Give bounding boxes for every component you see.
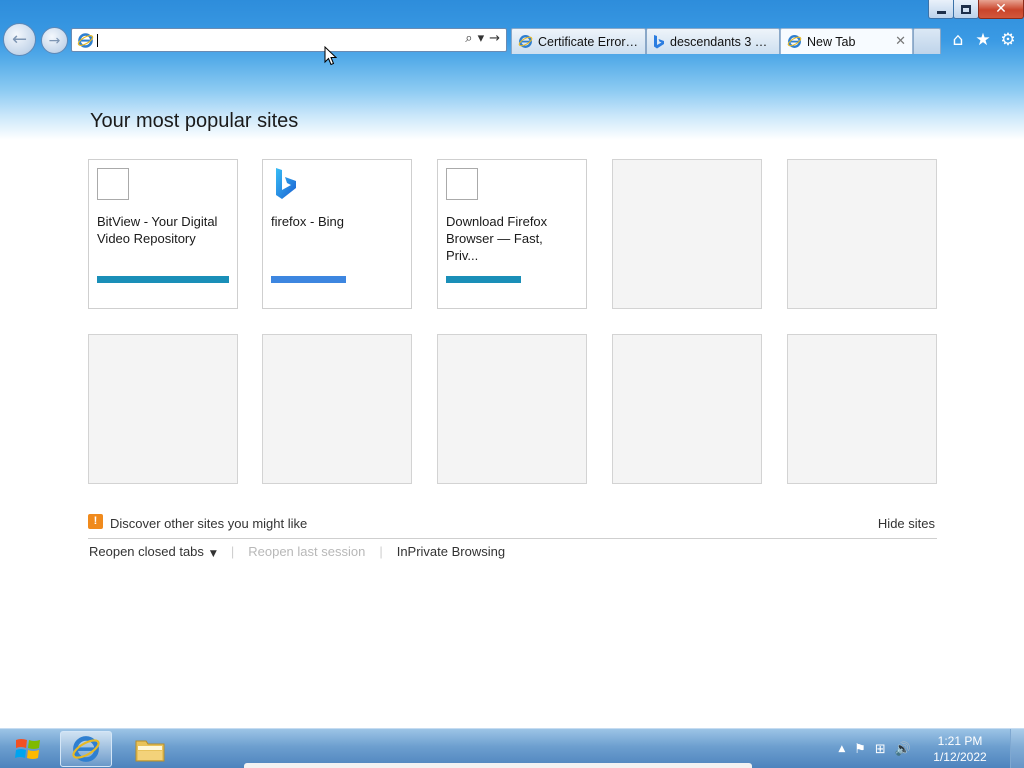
site-tile-bing[interactable]: firefox - Bing — [262, 159, 412, 309]
show-hidden-icons-icon[interactable]: ▲ — [838, 744, 845, 754]
inprivate-browsing-link[interactable]: InPrivate Browsing — [397, 544, 505, 559]
tab-label: Certificate Error: N... — [538, 34, 639, 49]
tools-button[interactable]: ⚙ — [997, 29, 1019, 51]
hide-sites-link[interactable]: Hide sites — [878, 516, 935, 531]
volume-icon[interactable]: 🔊 — [895, 742, 911, 757]
page-title: Your most popular sites — [90, 110, 299, 132]
empty-site-tile[interactable] — [787, 159, 937, 309]
empty-site-tile[interactable] — [612, 159, 762, 309]
go-arrow-icon[interactable]: → — [489, 31, 500, 46]
site-tile-firefox[interactable]: Download Firefox Browser — Fast, Priv... — [437, 159, 587, 309]
separator: | — [230, 544, 235, 559]
bing-icon — [276, 168, 296, 199]
mouse-cursor-icon — [324, 46, 337, 66]
empty-site-tile[interactable] — [787, 334, 937, 484]
reopen-last-session-link: Reopen last session — [248, 544, 366, 559]
close-window-button[interactable]: ✕ — [978, 0, 1024, 19]
tile-title: firefox - Bing — [271, 214, 344, 229]
tab-close-icon[interactable]: ✕ — [895, 34, 906, 49]
back-arrow-icon: ← — [11, 29, 28, 50]
restore-icon — [961, 4, 971, 14]
address-tools: ⌕ ▾ → — [465, 31, 500, 46]
empty-site-tile[interactable] — [262, 334, 412, 484]
lightbulb-icon: ! — [88, 514, 103, 529]
blank-favicon-icon — [446, 168, 478, 200]
tab-certificate-error[interactable]: Certificate Error: N... — [511, 28, 646, 54]
dropdown-arrow-icon: ▼ — [209, 549, 217, 559]
favorites-button[interactable]: ★ — [972, 29, 994, 51]
search-icon[interactable]: ⌕ — [465, 31, 472, 46]
reopen-links-row: Reopen closed tabs ▼ | Reopen last sessio… — [89, 544, 505, 559]
clock-time: 1:21 PM — [937, 734, 983, 748]
tab-label: New Tab — [807, 34, 856, 49]
site-tile-bitview[interactable]: BitView - Your Digital Video Repository — [88, 159, 238, 309]
tile-title: BitView - Your Digital Video Repository — [97, 214, 218, 246]
show-desktop-button[interactable] — [1010, 729, 1024, 768]
windows-logo-icon — [15, 739, 40, 759]
home-button[interactable]: ⌂ — [947, 29, 969, 51]
window-caption-buttons: ✕ — [928, 0, 1024, 20]
visit-frequency-bar — [446, 276, 521, 283]
folder-icon — [135, 740, 165, 762]
chevron-down-icon[interactable]: ▾ — [478, 31, 485, 46]
star-icon: ★ — [975, 30, 991, 50]
network-icon[interactable]: ⊞ — [875, 742, 886, 757]
tab-new-tab[interactable]: New Tab ✕ — [780, 28, 913, 54]
separator: | — [379, 544, 383, 559]
forward-button[interactable]: → — [41, 27, 68, 54]
taskbar-file-explorer[interactable] — [124, 731, 176, 767]
ie-icon — [72, 736, 100, 762]
address-bar[interactable]: ⌕ ▾ → — [71, 28, 507, 52]
action-center-flag-icon[interactable]: ⚑ — [854, 742, 866, 757]
tab-label: descendants 3 mu... — [670, 34, 773, 49]
clock[interactable]: 1:21 PM 1/12/2022 — [920, 733, 1000, 765]
empty-site-tile[interactable] — [88, 334, 238, 484]
start-button[interactable] — [0, 729, 56, 768]
close-icon: ✕ — [995, 1, 1007, 17]
ie-icon — [77, 33, 94, 48]
restore-button[interactable] — [953, 0, 979, 19]
ie-icon — [787, 35, 802, 48]
forward-arrow-icon: → — [48, 32, 61, 49]
tab-descendants[interactable]: descendants 3 mu... — [646, 28, 780, 54]
horizontal-scrollbar[interactable] — [244, 763, 752, 768]
visit-frequency-bar — [97, 276, 229, 283]
clock-date: 1/12/2022 — [933, 750, 987, 764]
empty-site-tile[interactable] — [612, 334, 762, 484]
minimize-icon — [936, 10, 946, 14]
ie-icon — [518, 35, 533, 48]
visit-frequency-bar — [271, 276, 346, 283]
discover-sites-link[interactable]: Discover other sites you might like — [110, 516, 307, 531]
bing-icon — [654, 34, 664, 48]
home-icon: ⌂ — [952, 30, 964, 50]
system-tray: ▲ ⚑ ⊞ 🔊 1:21 PM 1/12/2022 — [838, 729, 1024, 768]
taskbar-internet-explorer[interactable] — [60, 731, 112, 767]
new-tab-button[interactable] — [913, 28, 941, 54]
taskbar: ▲ ⚑ ⊞ 🔊 1:21 PM 1/12/2022 — [0, 728, 1024, 768]
reopen-closed-tabs-label: Reopen closed tabs — [89, 544, 204, 559]
gear-icon: ⚙ — [1000, 30, 1016, 50]
reopen-closed-tabs-link[interactable]: Reopen closed tabs ▼ — [89, 544, 217, 559]
empty-site-tile[interactable] — [437, 334, 587, 484]
discover-row: ! Discover other sites you might like Hi… — [88, 513, 937, 539]
blank-favicon-icon — [97, 168, 129, 200]
back-button[interactable]: ← — [3, 23, 36, 56]
text-caret — [97, 34, 98, 47]
tile-title: Download Firefox Browser — Fast, Priv... — [446, 214, 548, 263]
minimize-button[interactable] — [928, 0, 954, 19]
